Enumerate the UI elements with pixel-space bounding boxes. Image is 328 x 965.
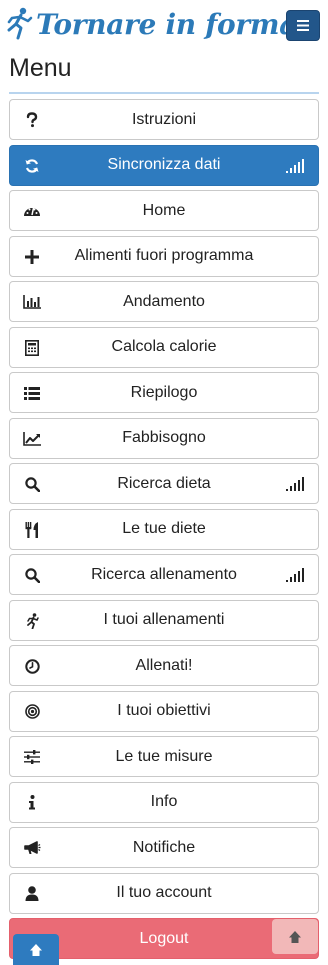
menu-item-label: Info (150, 793, 178, 810)
back-to-top-button[interactable] (272, 919, 318, 954)
menu-item-label: Ricerca allenamento (91, 565, 237, 583)
menu-item-i-tuoi-allenamenti[interactable]: I tuoi allenamenti (9, 599, 319, 641)
menu-item-i-tuoi-obiettivi[interactable]: I tuoi obiettivi (9, 690, 319, 732)
search-icon (23, 566, 41, 584)
menu-item-home[interactable]: Home (9, 190, 319, 231)
search-icon (23, 475, 41, 493)
menu-item-label: Allenati! (135, 656, 193, 674)
plus-icon (23, 248, 41, 266)
menu-item-label: I tuoi obiettivi (117, 702, 211, 719)
app-logo[interactable]: Tornare in forma! (4, 4, 309, 44)
signal-icon (286, 477, 304, 491)
line-chart-icon (23, 430, 41, 448)
app-header: Tornare in forma! (0, 0, 328, 50)
menu-item-ricerca-dieta[interactable]: Ricerca dieta (9, 463, 319, 504)
menu-item-fabbisogno[interactable]: Fabbisogno (9, 417, 319, 459)
menu-item-notifiche[interactable]: Notifiche (9, 827, 319, 868)
menu-item-calcola-calorie[interactable]: Calcola calorie (9, 326, 319, 368)
menu-item-label: Istruzioni (131, 110, 197, 128)
menu-item-label: Fabbisogno (122, 429, 206, 446)
menu-item-label: Le tue misure (115, 747, 213, 765)
menu-item-label: Le tue diete (122, 520, 206, 537)
scroll-to-top-button[interactable] (13, 934, 59, 965)
menu-item-label: Il tuo account (116, 884, 212, 901)
menu-item-il-tuo-account[interactable]: Il tuo account (9, 872, 319, 914)
menu-item-ricerca-allenamento[interactable]: Ricerca allenamento (9, 554, 319, 595)
menu-item-le-tue-diete[interactable]: Le tue diete (9, 508, 319, 550)
app-title: Tornare in forma! (36, 7, 310, 41)
signal-icon (286, 568, 304, 582)
menu-list: Istruzioni Sincronizza dati Home Aliment… (9, 99, 319, 964)
signal-icon (286, 158, 304, 173)
hamburger-icon (297, 20, 309, 31)
menu-item-alimenti-fuori-programma[interactable]: Alimenti fuori programma (9, 235, 319, 277)
dashboard-icon (23, 202, 41, 220)
question-icon (23, 111, 41, 129)
arrow-up-icon (289, 930, 301, 943)
menu-item-label: Notifiche (132, 838, 196, 856)
running-icon (23, 612, 41, 630)
sync-icon (23, 157, 41, 175)
target-icon (23, 703, 41, 721)
menu-item-label: Riepilogo (130, 383, 198, 401)
menu-item-allenati[interactable]: Allenati! (9, 645, 319, 686)
menu-item-label: Alimenti fuori programma (74, 247, 254, 264)
menu-item-sincronizza-dati[interactable]: Sincronizza dati (9, 144, 319, 186)
bar-chart-icon (23, 293, 41, 311)
menu-item-le-tue-misure[interactable]: Le tue misure (9, 736, 319, 777)
menu-heading: Menu (9, 54, 72, 82)
arrow-up-icon (30, 943, 42, 956)
user-icon (23, 885, 41, 903)
utensils-icon (23, 521, 41, 539)
menu-item-label: I tuoi allenamenti (103, 611, 225, 628)
menu-item-label: Home (142, 201, 186, 219)
runner-logo-icon (7, 7, 33, 40)
menu-item-info[interactable]: Info (9, 781, 319, 823)
sliders-icon (23, 748, 41, 766)
calculator-icon (23, 339, 41, 357)
menu-item-label: Ricerca dieta (117, 474, 211, 492)
menu-item-label: Andamento (123, 292, 205, 310)
menu-item-label: Sincronizza dati (107, 156, 221, 173)
info-icon (23, 794, 41, 812)
list-icon (23, 384, 41, 402)
clock-icon (23, 657, 41, 675)
menu-item-riepilogo[interactable]: Riepilogo (9, 372, 319, 413)
menu-item-andamento[interactable]: Andamento (9, 281, 319, 322)
menu-item-label: Logout (139, 929, 189, 947)
menu-divider (9, 92, 319, 94)
megaphone-icon (23, 839, 41, 857)
menu-item-istruzioni[interactable]: Istruzioni (9, 99, 319, 140)
menu-toggle-button[interactable] (286, 10, 320, 41)
menu-item-label: Calcola calorie (111, 338, 217, 355)
